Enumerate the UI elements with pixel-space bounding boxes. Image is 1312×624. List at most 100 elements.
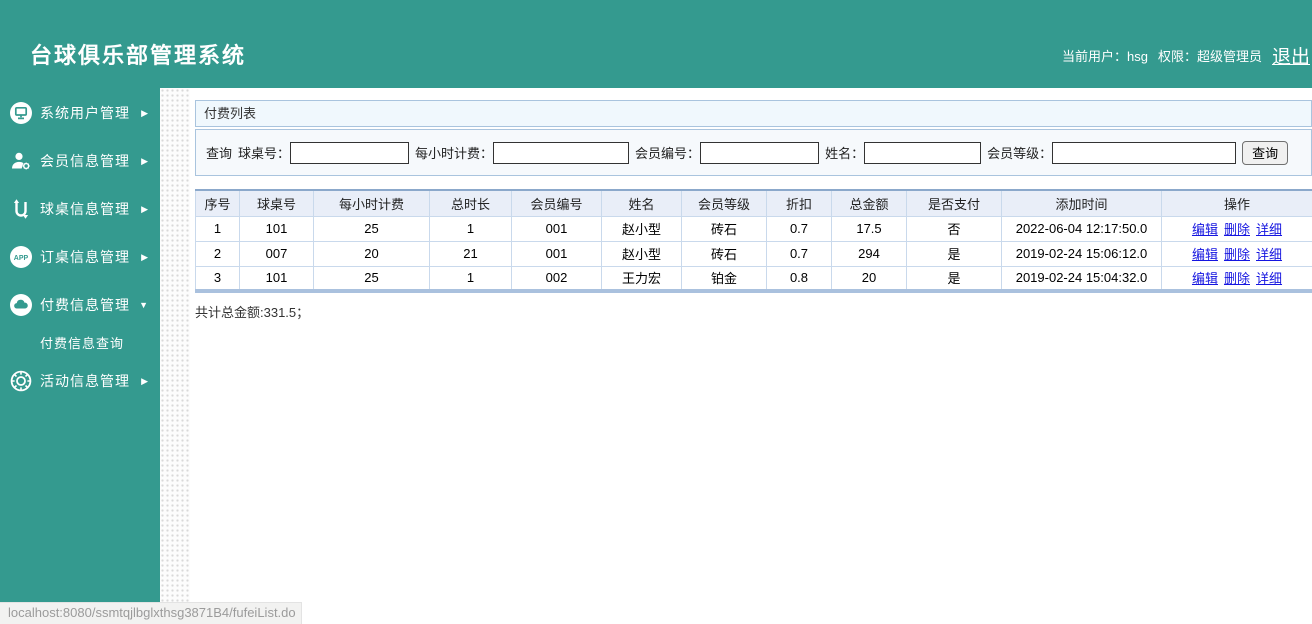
table-actions-cell: 编辑 删除 详细 bbox=[1161, 215, 1312, 242]
member-level-input[interactable] bbox=[1052, 141, 1237, 164]
current-user-label: 当前用户：hsg bbox=[1062, 49, 1148, 64]
user-gear-icon bbox=[8, 149, 34, 173]
table-cell: 101 bbox=[239, 265, 314, 292]
app-icon: APP bbox=[8, 245, 34, 269]
table-cell: 0.7 bbox=[766, 215, 832, 242]
total-amount-label: 共计总金额:331.5； bbox=[195, 305, 310, 320]
table-cell: 赵小型 bbox=[601, 240, 682, 267]
table-cell: 砖石 bbox=[681, 240, 767, 267]
sidebar-item-label: 活动信息管理 bbox=[40, 373, 130, 389]
svg-text:APP: APP bbox=[14, 255, 29, 262]
table-cell: 001 bbox=[511, 215, 602, 242]
table-body: 1 101 25 1 001 赵小型 砖石 0.7 17.5 否 2022-06-04 12:17:… bbox=[195, 215, 1312, 292]
table-header-cell: 总时长 bbox=[429, 190, 512, 217]
search-field-table-no: 球桌号： bbox=[238, 141, 415, 164]
delete-link[interactable]: 删除 bbox=[1224, 247, 1250, 262]
table-header-cell: 总金额 bbox=[831, 190, 907, 217]
table-header-cell: 操作 bbox=[1161, 190, 1312, 217]
payment-table: 序号 球桌号 每小时计费 总时长 会员编号 姓名 会员等级 折扣 总金额 是否支付 添加时间 操作 1… bbox=[195, 189, 1312, 293]
user-area: 当前用户：hsg 权限：超级管理员 退出 bbox=[1062, 42, 1310, 69]
delete-link[interactable]: 删除 bbox=[1224, 222, 1250, 237]
detail-link[interactable]: 详细 bbox=[1256, 271, 1282, 286]
sidebar-item-label: 会员信息管理 bbox=[40, 153, 130, 169]
member-no-label: 会员编号： bbox=[635, 146, 701, 161]
edit-link[interactable]: 编辑 bbox=[1192, 271, 1218, 286]
table-cell: 007 bbox=[239, 240, 314, 267]
sidebar-item-label: 订桌信息管理 bbox=[40, 249, 130, 265]
sidebar-item-bookings[interactable]: APP 订桌信息管理 ▶ bbox=[0, 240, 160, 274]
table-actions-cell: 编辑 删除 详细 bbox=[1161, 265, 1312, 292]
member-level-label: 会员等级： bbox=[987, 146, 1053, 161]
table-cell: 是 bbox=[906, 265, 1002, 292]
detail-link[interactable]: 详细 bbox=[1256, 247, 1282, 262]
name-input[interactable] bbox=[864, 141, 982, 164]
table-cell: 2019-02-24 15:06:12.0 bbox=[1001, 240, 1162, 267]
member-no-input[interactable] bbox=[700, 141, 820, 164]
name-label: 姓名： bbox=[825, 146, 865, 161]
chevron-right-icon: ▶ bbox=[141, 203, 148, 214]
sidebar-item-payments[interactable]: 付费信息管理 ▼ bbox=[0, 288, 160, 322]
u-arrows-icon bbox=[8, 197, 34, 221]
sidebar-item-label: 付费信息管理 bbox=[40, 297, 130, 313]
table-header-cell: 添加时间 bbox=[1001, 190, 1162, 217]
table-cell: 1 bbox=[195, 215, 240, 242]
search-field-hourly-rate: 每小时计费： bbox=[415, 141, 635, 164]
search-field-member-level: 会员等级： bbox=[987, 141, 1242, 164]
table-cell: 20 bbox=[313, 240, 430, 267]
status-url-tooltip: localhost:8080/ssmtqjlbglxthsg3871B4/fuf… bbox=[0, 602, 302, 624]
sidebar-subitem-payment-query[interactable]: 付费信息查询 bbox=[0, 330, 160, 354]
logout-link[interactable]: 退出 bbox=[1272, 42, 1310, 69]
table-cell: 2 bbox=[195, 240, 240, 267]
search-prefix-label: 查询 bbox=[206, 146, 233, 161]
table-cell: 25 bbox=[313, 215, 430, 242]
query-button[interactable]: 查询 bbox=[1242, 140, 1289, 165]
table-cell: 20 bbox=[831, 265, 907, 292]
table-cell: 王力宏 bbox=[601, 265, 682, 292]
table-no-label: 球桌号： bbox=[238, 146, 291, 161]
sidebar-item-activities[interactable]: 活动信息管理 ▶ bbox=[0, 364, 160, 398]
table-header-row: 序号 球桌号 每小时计费 总时长 会员编号 姓名 会员等级 折扣 总金额 是否支付 添加时间 操作 bbox=[195, 190, 1312, 217]
edit-link[interactable]: 编辑 bbox=[1192, 222, 1218, 237]
chevron-down-icon: ▼ bbox=[139, 300, 148, 310]
hourly-rate-input[interactable] bbox=[493, 141, 630, 164]
table-header-cell: 是否支付 bbox=[906, 190, 1002, 217]
app-header: 台球俱乐部管理系统 当前用户：hsg 权限：超级管理员 退出 bbox=[0, 0, 1312, 88]
table-header-cell: 每小时计费 bbox=[313, 190, 430, 217]
table-cell: 001 bbox=[511, 240, 602, 267]
table-header-cell: 球桌号 bbox=[239, 190, 314, 217]
table-cell: 294 bbox=[831, 240, 907, 267]
table-no-input[interactable] bbox=[290, 141, 410, 164]
table-cell: 0.7 bbox=[766, 240, 832, 267]
table-header-cell: 序号 bbox=[195, 190, 240, 217]
table-cell: 赵小型 bbox=[601, 215, 682, 242]
table-header-cell: 会员等级 bbox=[681, 190, 767, 217]
monitor-icon bbox=[8, 101, 34, 125]
main-content: 付费列表 查询 球桌号： 每小时计费： 会员编号： 姓名： 会员等级： 查询 序… bbox=[190, 88, 1312, 624]
table-cell: 砖石 bbox=[681, 215, 767, 242]
table-cell: 否 bbox=[906, 215, 1002, 242]
search-field-member-no: 会员编号： bbox=[635, 141, 825, 164]
sidebar: 系统用户管理 ▶ 会员信息管理 ▶ 球桌信息管理 ▶ APP 订桌信息管理 ▶ … bbox=[0, 88, 160, 624]
hourly-rate-label: 每小时计费： bbox=[415, 146, 494, 161]
table-row: 2 007 20 21 001 赵小型 砖石 0.7 294 是 2019-02-24 15:06:… bbox=[195, 240, 1312, 267]
sidebar-item-label: 球桌信息管理 bbox=[40, 201, 130, 217]
edit-link[interactable]: 编辑 bbox=[1192, 247, 1218, 262]
sidebar-item-tables[interactable]: 球桌信息管理 ▶ bbox=[0, 192, 160, 226]
detail-link[interactable]: 详细 bbox=[1256, 222, 1282, 237]
sidebar-gutter bbox=[160, 88, 190, 624]
chevron-right-icon: ▶ bbox=[141, 155, 148, 166]
sidebar-item-members[interactable]: 会员信息管理 ▶ bbox=[0, 144, 160, 178]
table-cell: 21 bbox=[429, 240, 512, 267]
gear-icon bbox=[8, 369, 34, 393]
table-cell: 1 bbox=[429, 265, 512, 292]
chevron-right-icon: ▶ bbox=[141, 251, 148, 262]
table-row: 3 101 25 1 002 王力宏 铂金 0.8 20 是 2019-02-24 15:04:32… bbox=[195, 265, 1312, 292]
app-title: 台球俱乐部管理系统 bbox=[30, 43, 247, 68]
chevron-right-icon: ▶ bbox=[141, 375, 148, 386]
table-cell: 3 bbox=[195, 265, 240, 292]
table-actions-cell: 编辑 删除 详细 bbox=[1161, 240, 1312, 267]
sidebar-item-system-users[interactable]: 系统用户管理 ▶ bbox=[0, 96, 160, 130]
table-row: 1 101 25 1 001 赵小型 砖石 0.7 17.5 否 2022-06-04 12:17:… bbox=[195, 215, 1312, 242]
table-cell: 17.5 bbox=[831, 215, 907, 242]
delete-link[interactable]: 删除 bbox=[1224, 271, 1250, 286]
